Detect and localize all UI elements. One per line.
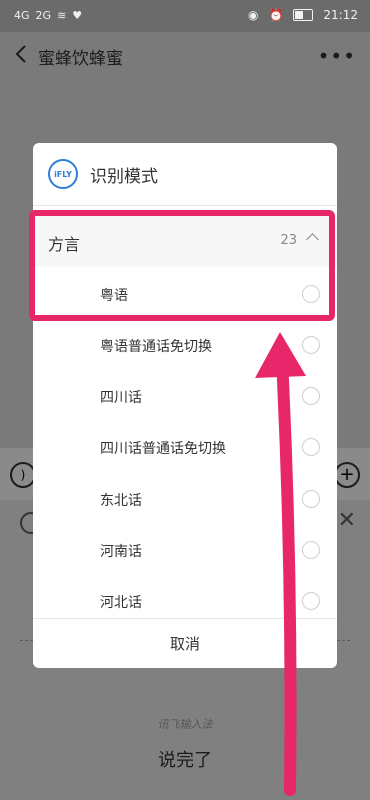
cancel-button[interactable]: 取消 <box>33 619 337 668</box>
signal-icon: 2G <box>35 9 52 22</box>
status-right: ◉ ⏰ 21:12 <box>248 8 358 22</box>
option-label: 四川话普通话免切换 <box>100 441 226 457</box>
status-bar: 4G 2G ≋ ♥ ◉ ⏰ 21:12 <box>0 0 370 32</box>
option-row[interactable]: 四川话 <box>33 372 337 423</box>
chat-header: 蜜蜂饮蜂蜜 ••• <box>0 32 370 78</box>
option-label: 东北话 <box>100 493 142 509</box>
option-label: 四川话 <box>100 390 142 406</box>
battery-icon <box>293 9 314 21</box>
option-label: 河南话 <box>100 544 142 560</box>
alarm-icon: ⏰ <box>268 8 284 22</box>
wifi-icon: ≋ <box>57 9 67 22</box>
plus-icon[interactable]: + <box>334 462 360 488</box>
option-row[interactable]: 河南话 <box>33 526 337 577</box>
clock-time: 21:12 <box>323 8 358 22</box>
radio-button[interactable] <box>302 490 320 508</box>
done-speaking-button[interactable]: 说完了 <box>0 746 370 772</box>
option-label: 粤语普通话免切换 <box>100 339 212 355</box>
option-row[interactable]: 东北话 <box>33 475 337 526</box>
option-row[interactable]: 四川话普通话免切换 <box>33 423 337 474</box>
ime-brand-label: 讯飞输入法 <box>157 718 213 731</box>
signal-indicators: 4G 2G ≋ ♥ <box>14 9 82 22</box>
ifly-logo-icon: iFLY <box>48 159 78 189</box>
radio-button[interactable] <box>302 541 320 559</box>
option-row[interactable]: 粤语普通话免切换 <box>33 321 337 372</box>
heart-icon: ♥ <box>72 9 83 22</box>
signal-icon: 4G <box>14 9 30 22</box>
option-label: 河北话 <box>100 595 142 611</box>
radio-button[interactable] <box>302 336 320 354</box>
eye-icon: ◉ <box>247 8 259 22</box>
dialog-header: iFLY 识别模式 <box>33 143 337 205</box>
highlight-box <box>29 210 335 321</box>
radio-button[interactable] <box>302 387 320 405</box>
more-dots-icon[interactable]: ••• <box>318 44 356 68</box>
close-icon[interactable]: ✕ <box>338 508 356 533</box>
page-title: 蜜蜂饮蜂蜜 <box>38 49 123 69</box>
radio-button[interactable] <box>302 592 320 610</box>
divider <box>33 205 337 206</box>
chevron-left-icon[interactable] <box>12 42 32 66</box>
dialog-title: 识别模式 <box>90 167 158 187</box>
radio-button[interactable] <box>302 438 320 456</box>
